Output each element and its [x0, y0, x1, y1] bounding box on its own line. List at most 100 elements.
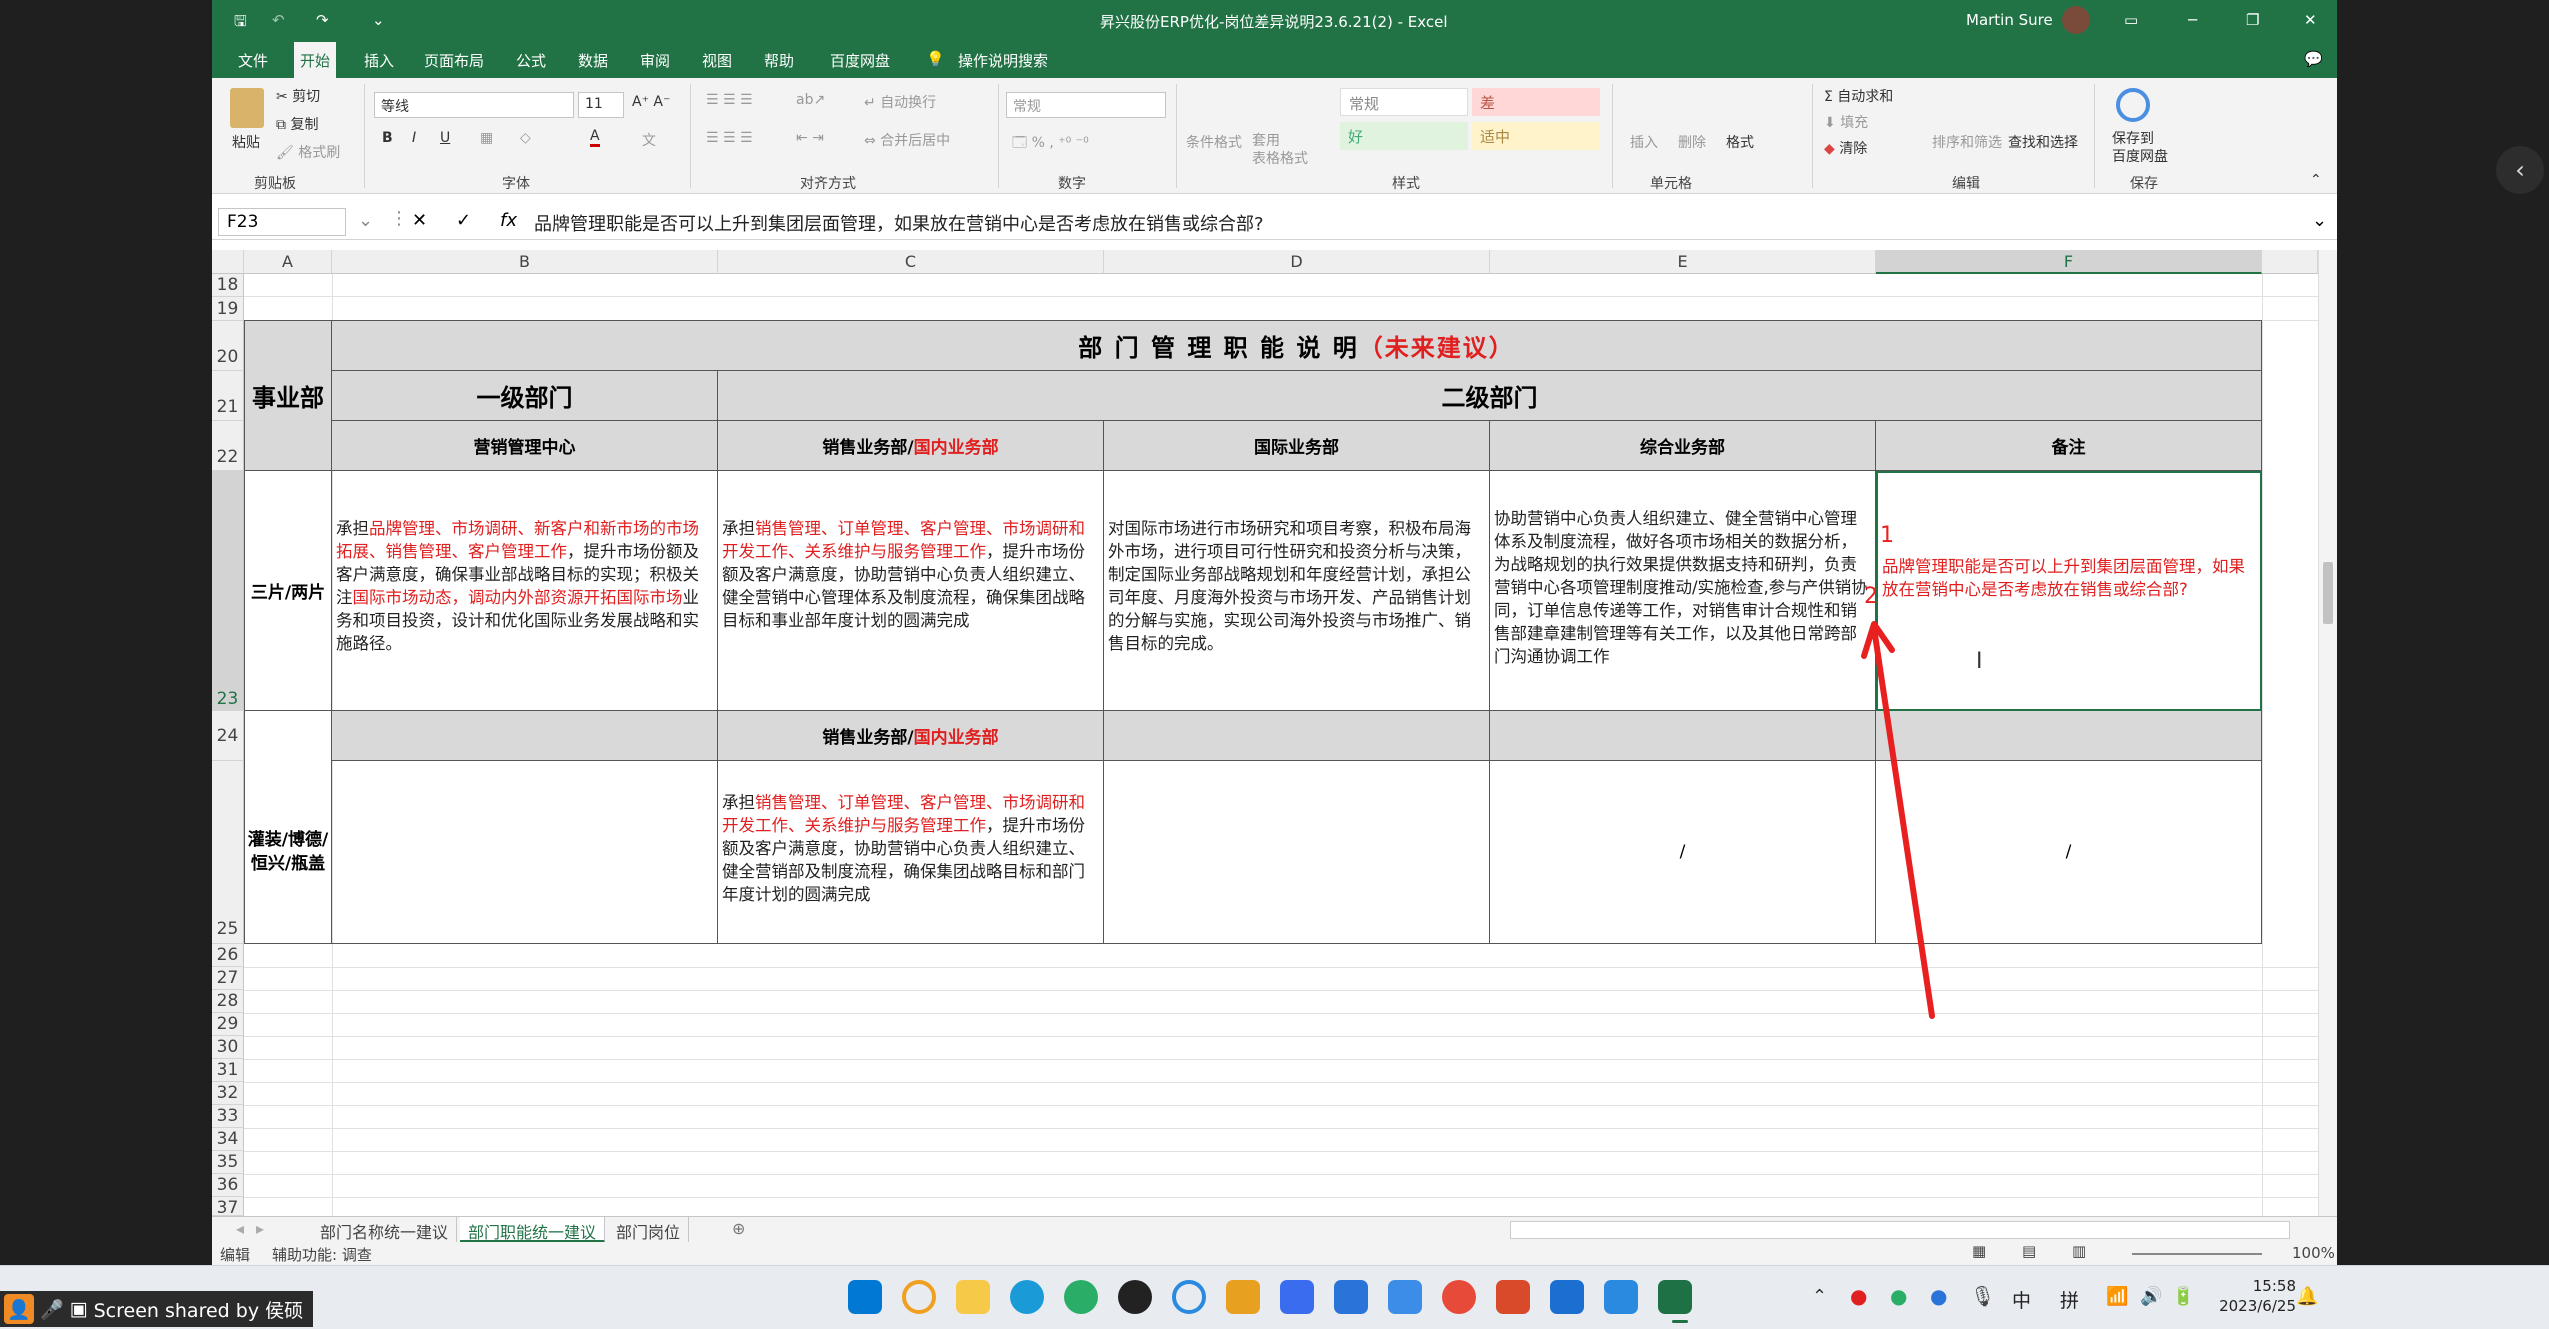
- font-name-select[interactable]: 等线: [374, 92, 574, 118]
- style-neutral[interactable]: 适中: [1472, 122, 1600, 150]
- ime-language[interactable]: 中: [2012, 1286, 2031, 1313]
- cell-header-e[interactable]: 综合业务部: [1490, 421, 1876, 471]
- worksheet-grid[interactable]: A B C D E F 18 19 20 21 22 23 24 25 26 2…: [212, 250, 2337, 1216]
- insert-cells-button[interactable]: 插入: [1630, 132, 1658, 152]
- find-select-button[interactable]: 查找和选择: [2008, 132, 2078, 152]
- border-icon[interactable]: ▦: [480, 130, 493, 146]
- notes-icon[interactable]: [1388, 1280, 1422, 1314]
- row-header-28[interactable]: 28: [212, 990, 244, 1013]
- search-icon[interactable]: [902, 1280, 936, 1314]
- insert-function-icon[interactable]: fx: [500, 210, 517, 231]
- enter-icon[interactable]: ✓: [456, 210, 471, 231]
- cancel-icon[interactable]: ✕: [412, 210, 427, 231]
- row-header-37[interactable]: 37: [212, 1197, 244, 1216]
- formula-input[interactable]: 品牌管理职能是否可以上升到集团层面管理，如果放在营销中心是否考虑放在销售或综合部…: [534, 210, 1264, 236]
- column-header-e[interactable]: E: [1490, 250, 1876, 274]
- start-icon[interactable]: [848, 1280, 882, 1314]
- cell-c25[interactable]: 承担销售管理、订单管理、客户管理、市场调研和开发工作、关系维护与服务管理工作，提…: [718, 761, 1104, 944]
- indent-icon[interactable]: ⇤ ⇥: [796, 130, 824, 146]
- phonetic-icon[interactable]: 文: [642, 130, 656, 150]
- file-explorer-icon[interactable]: [956, 1280, 990, 1314]
- scroll-thumb[interactable]: [2323, 562, 2333, 624]
- redo-icon[interactable]: ↷: [316, 11, 329, 29]
- cell-a24[interactable]: [245, 711, 332, 761]
- horizontal-scrollbar[interactable]: [1510, 1221, 2290, 1239]
- normal-view-icon[interactable]: ▦: [1972, 1242, 1986, 1260]
- notepad-icon[interactable]: [1604, 1280, 1638, 1314]
- collapse-ribbon-icon[interactable]: ⌃: [2310, 172, 2322, 188]
- sheet-tab-names[interactable]: 部门名称统一建议: [312, 1217, 458, 1243]
- row-header-29[interactable]: 29: [212, 1013, 244, 1036]
- cell-d24[interactable]: [1104, 711, 1490, 761]
- page-layout-icon[interactable]: ▤: [2022, 1242, 2036, 1260]
- expand-formula-icon[interactable]: ⌄: [2312, 210, 2327, 231]
- undo-icon[interactable]: ↶: [272, 11, 285, 29]
- italic-button[interactable]: I: [412, 130, 416, 146]
- column-header-c[interactable]: C: [718, 250, 1104, 274]
- clear-button[interactable]: ◆ 清除: [1824, 138, 1867, 158]
- wrap-text-button[interactable]: ↵ 自动换行: [864, 92, 936, 112]
- fill-color-icon[interactable]: ◇: [520, 130, 531, 146]
- row-header-35[interactable]: 35: [212, 1151, 244, 1174]
- row-header-31[interactable]: 31: [212, 1059, 244, 1082]
- lark-icon[interactable]: [1280, 1280, 1314, 1314]
- row-header-24[interactable]: 24: [212, 711, 244, 761]
- autosum-button[interactable]: Σ 自动求和: [1824, 86, 1893, 106]
- name-box[interactable]: F23: [218, 208, 346, 236]
- row-header-32[interactable]: 32: [212, 1082, 244, 1105]
- merge-center-button[interactable]: ⇔ 合并后居中: [864, 130, 950, 150]
- cell-b24[interactable]: [332, 711, 718, 761]
- tray-wechat-icon[interactable]: ●: [1890, 1284, 1907, 1308]
- style-bad[interactable]: 差: [1472, 88, 1600, 116]
- cell-a25[interactable]: 灌装/博德/恒兴/瓶盖: [245, 761, 332, 944]
- cell-b23[interactable]: 承担品牌管理、市场调研、新客户和新市场的市场拓展、销售管理、客户管理工作，提升市…: [332, 471, 718, 711]
- format-cells-button[interactable]: 格式: [1726, 132, 1754, 152]
- zoom-level[interactable]: 100%: [2292, 1244, 2335, 1262]
- cell-business-unit[interactable]: 事业部: [245, 321, 332, 471]
- font-color-icon[interactable]: A: [590, 128, 600, 147]
- cell-d23[interactable]: 对国际市场进行市场研究和项目考察，积极布局海外市场，进行项目可行性研究和投资分析…: [1104, 471, 1490, 711]
- orientation-icon[interactable]: ab↗: [796, 92, 825, 108]
- sheet-tab-positions[interactable]: 部门岗位: [608, 1217, 690, 1243]
- tab-view[interactable]: 视图: [696, 48, 738, 73]
- underline-button[interactable]: U: [440, 130, 450, 146]
- cell-e23[interactable]: 协助营销中心负责人组织建立、健全营销中心管理体系及制度流程，做好各项市场相关的数…: [1490, 471, 1876, 711]
- tab-page-layout[interactable]: 页面布局: [418, 48, 490, 73]
- collapse-panel-button[interactable]: ‹: [2496, 146, 2544, 194]
- paste-button[interactable]: 粘贴: [232, 132, 260, 152]
- number-format-select[interactable]: 常规: [1006, 92, 1166, 118]
- tab-formulas[interactable]: 公式: [510, 48, 552, 73]
- paste-icon[interactable]: [230, 88, 264, 128]
- row-header-19[interactable]: 19: [212, 297, 244, 321]
- page-break-icon[interactable]: ▥: [2072, 1242, 2086, 1260]
- save-baidu-button[interactable]: 保存到 百度网盘: [2112, 130, 2168, 166]
- tray-cloud-icon[interactable]: ●: [1930, 1284, 1947, 1308]
- cut-button[interactable]: ✂ 剪切: [276, 86, 320, 106]
- tab-review[interactable]: 审阅: [634, 48, 676, 73]
- row-header-34[interactable]: 34: [212, 1128, 244, 1151]
- cell-d25[interactable]: [1104, 761, 1490, 944]
- cell-e25[interactable]: /: [1490, 761, 1876, 944]
- cell-table-title[interactable]: 部 门 管 理 职 能 说 明（未来建议）: [332, 321, 2262, 371]
- ime-mode[interactable]: 拼: [2060, 1286, 2079, 1313]
- tab-file[interactable]: 文件: [232, 48, 274, 73]
- add-sheet-icon[interactable]: ⊕: [724, 1217, 753, 1243]
- column-header-d[interactable]: D: [1104, 250, 1490, 274]
- delete-cells-button[interactable]: 删除: [1678, 132, 1706, 152]
- tray-expand-icon[interactable]: ⌃: [1812, 1286, 1827, 1307]
- left-align-icon[interactable]: ☰ ☰ ☰: [706, 130, 753, 146]
- battery-icon[interactable]: 🔋: [2172, 1286, 2194, 1307]
- row-header-23[interactable]: 23: [212, 471, 244, 711]
- cell-header-c[interactable]: 销售业务部/国内业务部: [718, 421, 1104, 471]
- save-icon[interactable]: 🖫: [234, 11, 247, 36]
- tray-mic-icon[interactable]: 🎙: [1970, 1284, 1995, 1308]
- currency-icon[interactable]: 🗔 % , ⁺⁰ ⁻⁰: [1012, 132, 1089, 156]
- next-sheet-icon[interactable]: ▸: [248, 1217, 272, 1243]
- row-header-25[interactable]: 25: [212, 761, 244, 944]
- grow-font-icon[interactable]: A⁺ A⁻: [632, 94, 670, 110]
- powerpoint-icon[interactable]: [1496, 1280, 1530, 1314]
- recorder-icon[interactable]: [1442, 1280, 1476, 1314]
- column-header-b[interactable]: B: [332, 250, 718, 274]
- tab-insert[interactable]: 插入: [358, 48, 400, 73]
- ribbon-display-icon[interactable]: ▭: [2124, 11, 2138, 29]
